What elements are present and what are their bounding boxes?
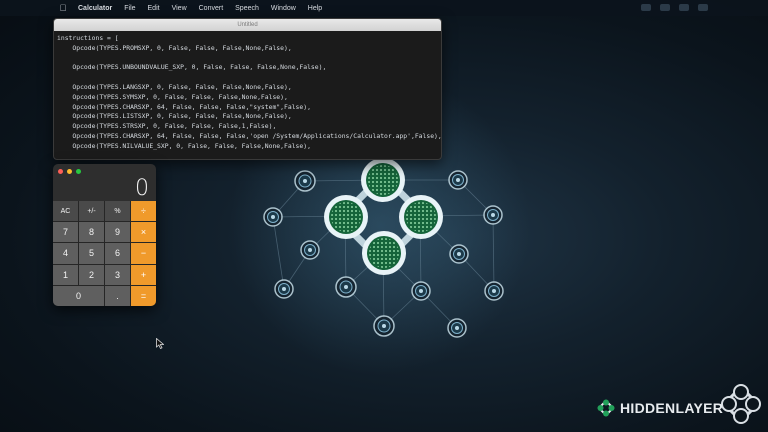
window-title: Untitled bbox=[54, 19, 441, 31]
corner-logo-icon bbox=[721, 384, 761, 424]
calculator-display: 0 bbox=[135, 176, 149, 201]
code-editor[interactable]: instructions = [ Opcode(TYPES.PROMSXP, 0… bbox=[54, 31, 441, 152]
key-3[interactable]: 3 bbox=[105, 264, 130, 285]
key-9[interactable]: 9 bbox=[105, 222, 130, 243]
code-line: Opcode(TYPES.SYMSXP, 0, False, False, Fa… bbox=[57, 92, 288, 101]
calculator-keypad: AC +/- % ÷ 7 8 9 × 4 5 6 − 1 2 3 + 0 . = bbox=[53, 201, 156, 306]
code-line: Opcode(TYPES.CHARSXP, 64, False, False, … bbox=[57, 131, 442, 140]
code-line: Opcode(TYPES.LISTSXP, 0, False, False, F… bbox=[57, 112, 292, 121]
key-multiply[interactable]: × bbox=[131, 222, 156, 243]
key-add[interactable]: + bbox=[131, 264, 156, 285]
key-4[interactable]: 4 bbox=[53, 243, 78, 264]
key-clear[interactable]: AC bbox=[53, 201, 78, 222]
brand-logo: HIDDENLAYER bbox=[596, 398, 723, 418]
network-node bbox=[483, 205, 503, 225]
brand-wordmark: HIDDENLAYER bbox=[620, 400, 724, 416]
network-node bbox=[447, 318, 467, 338]
calculator-window: 0 AC +/- % ÷ 7 8 9 × 4 5 6 − 1 2 3 + 0 .… bbox=[53, 164, 156, 306]
key-0[interactable]: 0 bbox=[53, 285, 104, 306]
mouse-pointer-icon bbox=[156, 338, 164, 349]
network-node bbox=[300, 240, 320, 260]
key-5[interactable]: 5 bbox=[79, 243, 104, 264]
key-percent[interactable]: % bbox=[105, 201, 130, 222]
code-line: Opcode(TYPES.CHARSXP, 64, False, False, … bbox=[57, 102, 311, 111]
key-decimal[interactable]: . bbox=[105, 285, 130, 306]
key-8[interactable]: 8 bbox=[79, 222, 104, 243]
network-node bbox=[263, 207, 283, 227]
network-node bbox=[373, 315, 395, 337]
key-divide[interactable]: ÷ bbox=[131, 201, 156, 222]
network-node bbox=[484, 281, 504, 301]
key-subtract[interactable]: − bbox=[131, 243, 156, 264]
code-line: Opcode(TYPES.LANGSXP, 0, False, False, F… bbox=[57, 82, 292, 91]
key-sign[interactable]: +/- bbox=[79, 201, 104, 222]
zoom-button[interactable] bbox=[76, 169, 81, 174]
code-line: Opcode(TYPES.STRSXP, 0, False, False, Fa… bbox=[57, 122, 277, 131]
code-line: instructions = [ bbox=[57, 34, 119, 42]
key-7[interactable]: 7 bbox=[53, 222, 78, 243]
brand-logo-icon bbox=[597, 399, 615, 417]
close-button[interactable] bbox=[58, 169, 63, 174]
key-1[interactable]: 1 bbox=[53, 264, 78, 285]
window-controls bbox=[58, 169, 81, 174]
key-6[interactable]: 6 bbox=[105, 243, 130, 264]
key-equals[interactable]: = bbox=[131, 285, 156, 306]
network-node bbox=[449, 244, 469, 264]
network-node bbox=[335, 276, 357, 298]
network-node bbox=[411, 281, 431, 301]
key-2[interactable]: 2 bbox=[79, 264, 104, 285]
minimize-button[interactable] bbox=[67, 169, 72, 174]
network-node bbox=[294, 170, 316, 192]
code-editor-window: Untitled instructions = [ Opcode(TYPES.P… bbox=[53, 18, 442, 160]
network-node bbox=[274, 279, 294, 299]
code-line: Opcode(TYPES.NILVALUE_SXP, 0, False, Fal… bbox=[57, 141, 311, 150]
code-line: Opcode(TYPES.UNBOUNDVALUE_SXP, 0, False,… bbox=[57, 63, 327, 72]
code-line: Opcode(TYPES.PROMSXP, 0, False, False, F… bbox=[57, 43, 292, 52]
network-node bbox=[448, 170, 468, 190]
